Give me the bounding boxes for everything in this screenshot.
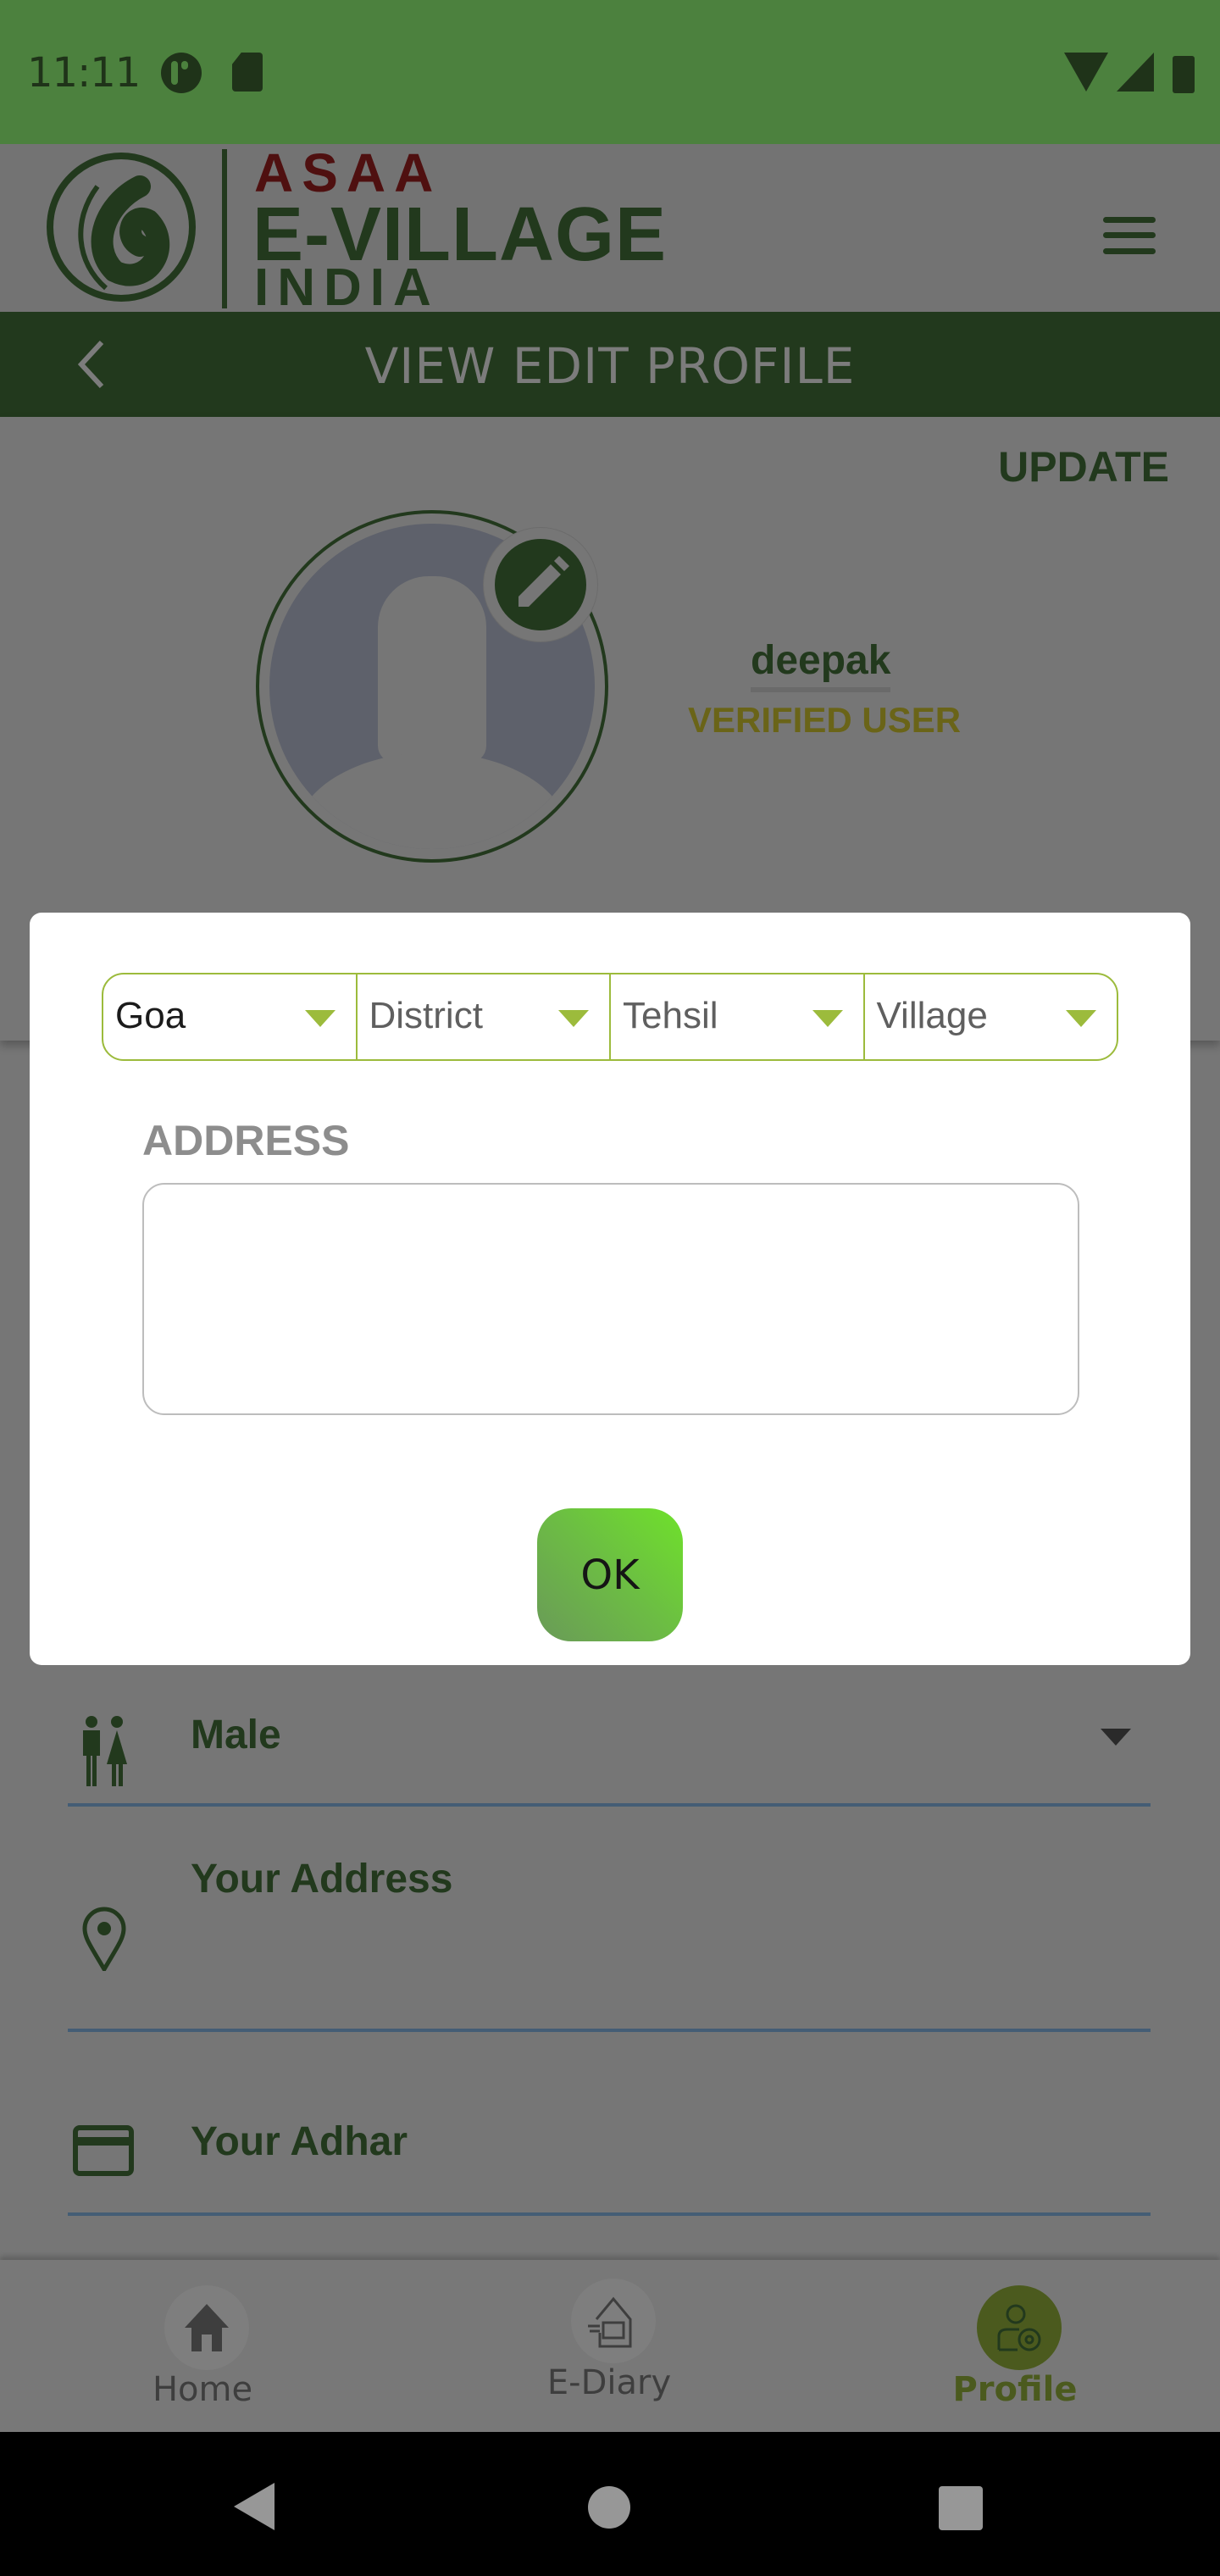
status-time: 11:11 — [27, 49, 141, 97]
address-label: ADDRESS — [142, 1117, 350, 1164]
address-field[interactable]: Your Address — [0, 1856, 1220, 2025]
nav-ediary-bg — [571, 2279, 656, 2363]
address-textarea[interactable] — [142, 1183, 1079, 1415]
nav-home-bg — [164, 2285, 249, 2370]
username: deepak — [751, 637, 891, 692]
chevron-down-icon — [1101, 1729, 1131, 1746]
adhar-underline — [68, 2212, 1151, 2216]
village-dropdown[interactable]: Village — [865, 974, 1117, 1059]
update-button[interactable]: UPDATE — [998, 442, 1169, 491]
pencil-icon — [518, 556, 569, 607]
state-dropdown-value: Goa — [115, 995, 186, 1036]
app-header: ASAA E-VILLAGE INDIA — [0, 144, 1220, 317]
diary-basket-icon — [588, 2296, 632, 2348]
nav-home[interactable]: Home — [92, 2260, 313, 2432]
chevron-down-icon — [812, 1010, 843, 1027]
gender-icon — [83, 1716, 127, 1786]
brand-line3: INDIA — [254, 258, 440, 317]
nav-home-label: Home — [152, 2370, 253, 2409]
logo-divider — [222, 149, 227, 308]
address-placeholder: Your Address — [191, 1857, 453, 1901]
location-dialog: Goa District Tehsil Village ADDRESS OK — [30, 913, 1190, 1665]
gender-value: Male — [191, 1713, 281, 1757]
chevron-down-icon — [558, 1010, 589, 1027]
verified-badge: VERIFIED USER — [688, 700, 962, 740]
system-nav-bar — [0, 2432, 1220, 2576]
page-title: VIEW EDIT PROFILE — [364, 337, 856, 395]
chevron-down-icon — [304, 1010, 336, 1027]
home-icon — [185, 2304, 229, 2351]
title-bar: VIEW EDIT PROFILE — [0, 312, 1220, 417]
location-dropdown-row: Goa District Tehsil Village — [102, 973, 1118, 1061]
bottom-nav: Home E-Diary Profile — [0, 2260, 1220, 2432]
cell-signal-icon — [1117, 53, 1154, 92]
avatar-silhouette — [378, 576, 486, 763]
district-dropdown[interactable]: District — [358, 974, 611, 1059]
system-recents-button[interactable] — [939, 2486, 983, 2530]
chevron-down-icon — [1066, 1010, 1096, 1027]
district-dropdown-value: District — [369, 995, 483, 1036]
wifi-icon — [1064, 53, 1108, 92]
pinwheel-icon — [161, 53, 202, 93]
nav-profile-bg — [977, 2285, 1062, 2370]
tehsil-dropdown[interactable]: Tehsil — [611, 974, 865, 1059]
village-dropdown-value: Village — [876, 995, 988, 1036]
adhar-placeholder: Your Adhar — [191, 2119, 408, 2164]
address-underline — [68, 2029, 1151, 2032]
battery-icon — [1173, 56, 1195, 93]
tehsil-dropdown-value: Tehsil — [623, 995, 718, 1036]
gender-field[interactable]: Male — [0, 1703, 1220, 1805]
logo-icon — [47, 153, 196, 302]
nav-ediary-label: E-Diary — [546, 2363, 672, 2402]
user-settings-icon — [997, 2304, 1041, 2351]
location-pin-icon — [82, 1907, 126, 1971]
adhar-field[interactable]: Your Adhar — [0, 2101, 1220, 2212]
nav-ediary[interactable]: E-Diary — [499, 2260, 719, 2432]
edit-avatar-button[interactable] — [483, 527, 598, 642]
system-back-button[interactable] — [234, 2483, 274, 2530]
state-dropdown[interactable]: Goa — [103, 974, 358, 1059]
sd-card-icon — [232, 53, 263, 92]
nav-profile-label: Profile — [952, 2370, 1078, 2409]
hamburger-menu-icon[interactable] — [1103, 217, 1156, 254]
card-icon — [73, 2125, 134, 2176]
system-home-button[interactable] — [588, 2486, 630, 2529]
status-bar: 11:11 — [0, 0, 1220, 144]
gender-underline — [68, 1803, 1151, 1807]
ok-button[interactable]: OK — [537, 1508, 683, 1641]
nav-profile[interactable]: Profile — [905, 2260, 1125, 2432]
